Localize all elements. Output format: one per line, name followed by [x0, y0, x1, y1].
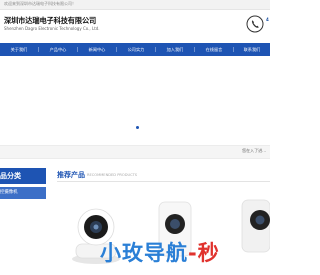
- main-nav: 关于我们 产品中心 新闻中心 公司实力 加入我们 在线留言 联系我们: [0, 43, 270, 56]
- nav-item-news[interactable]: 新闻中心: [78, 43, 116, 56]
- watermark-text: 小玫导航-秒: [100, 241, 220, 265]
- nav-item-about[interactable]: 关于我们: [0, 43, 38, 56]
- slider-dot[interactable]: [136, 126, 139, 129]
- nav-item-join[interactable]: 加入我们: [156, 43, 194, 56]
- top-bar: 欢迎来到深圳市达瑞电子科技有限公司！: [0, 0, 270, 10]
- sidebar-item-label: 控摄像机: [0, 190, 18, 195]
- section-divider: [57, 181, 270, 182]
- breadcrumb: 您在入了进...: [242, 148, 266, 153]
- welcome-text: 欢迎来到深圳市达瑞电子科技有限公司！: [4, 1, 76, 6]
- hero-banner[interactable]: [0, 56, 270, 145]
- sidebar-heading: 品分类: [0, 172, 21, 180]
- recommended-subtitle: RECOMMENDED PRODUCTS: [87, 173, 138, 177]
- nav-item-message[interactable]: 在线留言: [195, 43, 233, 56]
- phone-icon: [246, 15, 264, 33]
- phone-number-partial: 4: [266, 17, 269, 22]
- company-name-cn[interactable]: 深圳市达瑞电子科技有限公司: [4, 16, 96, 26]
- nav-item-products[interactable]: 产品中心: [39, 43, 77, 56]
- product-card[interactable]: [222, 194, 271, 271]
- company-name-en: Shenzhen Dagro Electronic Technology Co.…: [4, 26, 100, 31]
- nav-item-contact[interactable]: 联系我们: [234, 43, 270, 56]
- recommended-title: 推荐产品: [57, 171, 85, 179]
- nav-item-strength[interactable]: 公司实力: [117, 43, 155, 56]
- breadcrumb-bar: [0, 145, 270, 159]
- camera-product-image: [241, 199, 271, 253]
